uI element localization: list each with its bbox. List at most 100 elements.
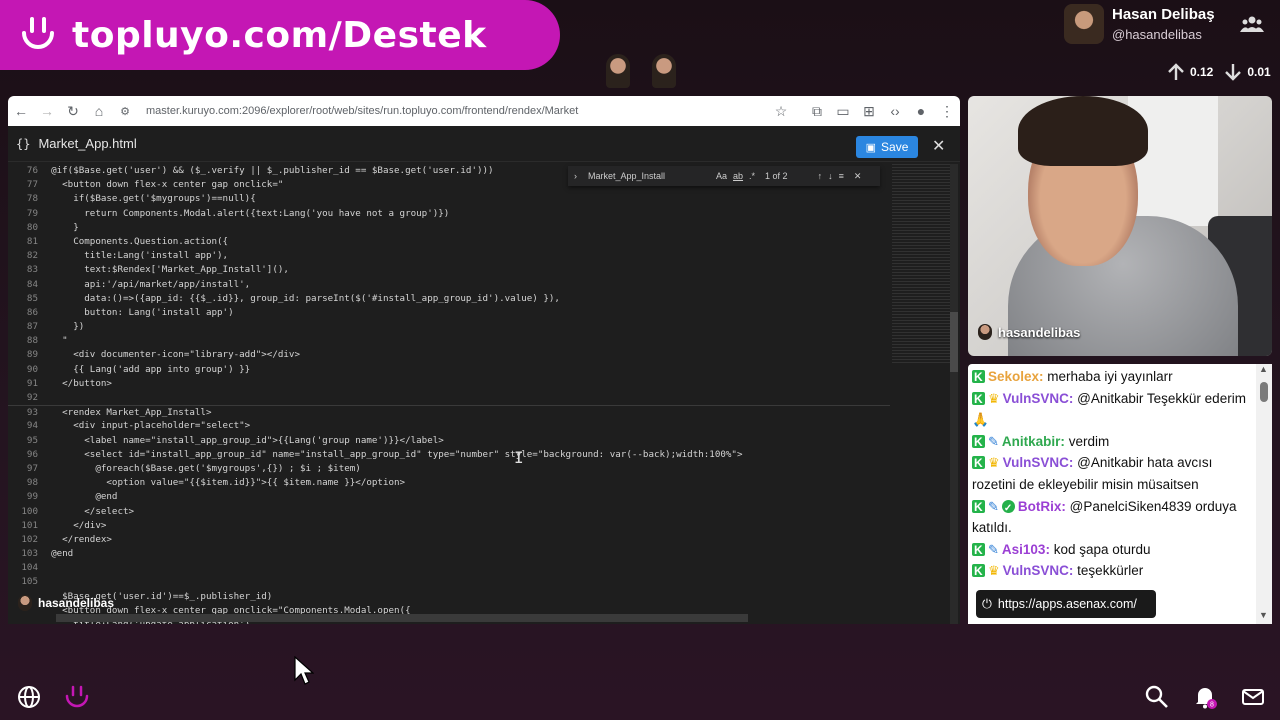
code-line[interactable]: 81 Components.Question.action({ [8, 235, 890, 249]
line-number: 101 [21, 519, 38, 531]
topluyo-logo-icon[interactable] [64, 684, 90, 710]
code-line[interactable]: 97 @foreach($Base.get('$mygroups',{}) ; … [8, 462, 890, 476]
code-text: </rendex> [40, 533, 112, 545]
close-find-icon[interactable]: ✕ [854, 171, 862, 182]
profile-icon[interactable]: ● [908, 103, 934, 119]
code-editor[interactable]: 76 @if($Base.get('user') && ($_.verify |… [8, 164, 890, 624]
code-line[interactable]: 90 {{ Lang('add app into group') }} [8, 363, 890, 377]
scroll-up-icon[interactable]: ▲ [1259, 364, 1268, 374]
match-case-toggle[interactable]: Aa [716, 171, 727, 181]
crown-badge-icon: ♛ [988, 563, 1000, 579]
code-line[interactable]: $Base.get('user.id')==$_.publisher_id) [8, 590, 890, 604]
mail-icon[interactable] [1240, 684, 1266, 710]
minimap[interactable] [892, 164, 952, 364]
scroll-down-icon[interactable]: ▼ [1259, 610, 1268, 620]
line-number: 80 [26, 221, 38, 233]
site-info-icon[interactable]: ⚙ [112, 105, 138, 118]
home-icon[interactable]: ⌂ [86, 103, 112, 119]
code-line[interactable]: 101 </div> [8, 519, 890, 533]
save-button[interactable]: ▣ Save [856, 136, 918, 158]
code-line[interactable]: 105 [8, 575, 890, 589]
chat-username[interactable]: Asi103: [1002, 542, 1050, 557]
line-number: 78 [26, 193, 38, 205]
code-line[interactable]: 87 }) [8, 320, 890, 334]
link-tooltip[interactable]: ⏻ https://apps.asenax.com/ [976, 590, 1156, 618]
chat-username[interactable]: BotRix: [1018, 499, 1066, 514]
code-line[interactable]: 86 button: Lang('install app') [8, 306, 890, 320]
users-icon[interactable] [1240, 14, 1264, 34]
chat-message: ♛VulnSVNC: teşekkürler [972, 560, 1252, 583]
code-line[interactable]: 103 @end [8, 547, 890, 561]
find-in-selection-icon[interactable]: ≡ [839, 171, 844, 181]
forward-icon[interactable]: → [34, 103, 60, 119]
code-text: <rendex Market_App_Install> [40, 407, 212, 419]
horizontal-scrollbar[interactable] [56, 614, 748, 622]
chat-message: ✎BotRix: @PanelciSiken4839 orduya katıld… [972, 496, 1252, 539]
code-line[interactable]: 80 } [8, 221, 890, 235]
regex-toggle[interactable]: .* [749, 171, 755, 181]
download-value: 0.01 [1247, 65, 1271, 79]
next-match-icon[interactable]: ↓ [828, 171, 833, 181]
previous-match-icon[interactable]: ↑ [818, 171, 823, 181]
code-line[interactable]: 84 api:'/api/market/app/install', [8, 278, 890, 292]
extensions-icon[interactable]: ⧉ [804, 103, 830, 120]
code-text: api:'/api/market/app/install', [40, 278, 251, 290]
devtools-icon[interactable]: ‹› [882, 103, 908, 119]
file-name: Market_App.html [38, 136, 137, 151]
globe-icon[interactable] [16, 684, 42, 710]
code-line[interactable]: 92 [8, 391, 890, 405]
code-line[interactable]: 91 </button> [8, 377, 890, 391]
code-line[interactable]: 99 @end [8, 490, 890, 504]
moderator-badge-icon: ✎ [988, 541, 999, 557]
code-line[interactable]: 102 </rendex> [8, 533, 890, 547]
apps-icon[interactable]: ⊞ [856, 103, 882, 120]
reader-icon[interactable]: ▭ [830, 103, 856, 120]
code-line[interactable]: 98 <option value="{{$item.id}}">{{ $item… [8, 476, 890, 490]
code-line[interactable]: 83 text:$Rendex['Market_App_Install'](), [8, 263, 890, 277]
line-number: 87 [26, 321, 38, 333]
search-icon[interactable] [1144, 684, 1170, 710]
code-line[interactable]: 96 <select id="install_app_group_id" nam… [8, 448, 890, 462]
code-line[interactable]: 94 <div input-placeholder="select"> [8, 419, 890, 433]
line-number: 98 [26, 477, 38, 489]
code-line[interactable]: 79 return Components.Modal.alert({text:L… [8, 207, 890, 221]
code-line[interactable]: 78 if($Base.get('$mygroups')==null){ [8, 192, 890, 206]
bookmark-star-icon[interactable]: ☆ [768, 103, 794, 120]
code-text: } [40, 221, 79, 233]
code-line[interactable]: 95 <label name="install_app_group_id">{{… [8, 434, 890, 448]
code-line[interactable]: 100 </select> [8, 505, 890, 519]
code-line[interactable]: 93 <rendex Market_App_Install> [8, 405, 890, 419]
line-number: 95 [26, 434, 38, 446]
viewer-avatar[interactable] [606, 54, 630, 88]
chat-username[interactable]: VulnSVNC: [1003, 391, 1074, 406]
chat-username[interactable]: VulnSVNC: [1003, 455, 1074, 470]
chat-username[interactable]: Anitkabir: [1002, 434, 1065, 449]
chat-message: ✎Anitkabir: verdim [972, 431, 1252, 453]
code-text: </button> [40, 377, 112, 389]
viewer-avatars [606, 54, 676, 88]
code-line[interactable]: 89 <div documenter-icon="library-add"></… [8, 348, 890, 362]
chat-username[interactable]: Sekolex: [988, 369, 1044, 384]
code-line[interactable]: 85 data:()=>({app_id: {{$_.id}}, group_i… [8, 292, 890, 306]
code-line[interactable]: 82 title:Lang('install app'), [8, 249, 890, 263]
url-field[interactable]: master.kuruyo.com:2096/explorer/root/web… [146, 105, 768, 117]
close-icon[interactable]: ✕ [932, 136, 945, 156]
back-icon[interactable]: ← [8, 103, 34, 119]
viewer-avatar[interactable] [652, 54, 676, 88]
chat-scrollbar[interactable]: ▲ ▼ [1256, 364, 1272, 624]
vertical-scrollbar[interactable] [950, 164, 958, 624]
link-url: https://apps.asenax.com/ [997, 597, 1137, 611]
menu-icon[interactable]: ⋮ [934, 103, 960, 120]
whole-word-toggle[interactable]: ab [733, 171, 743, 181]
find-input[interactable]: Market_App_Install [588, 171, 710, 181]
code-text: @if($Base.get('user') && ($_.verify || $… [40, 165, 494, 176]
chevron-right-icon[interactable]: › [574, 171, 577, 181]
code-line[interactable]: 104 [8, 561, 890, 575]
bell-icon[interactable]: 8 [1192, 684, 1218, 710]
profile-card[interactable]: Hasan Delibaş @hasandelibas [1064, 4, 1215, 44]
chat-username[interactable]: VulnSVNC: [1003, 563, 1074, 578]
code-line[interactable]: 88 " [8, 334, 890, 348]
line-number: 102 [21, 533, 38, 545]
reload-icon[interactable]: ↻ [60, 103, 86, 120]
